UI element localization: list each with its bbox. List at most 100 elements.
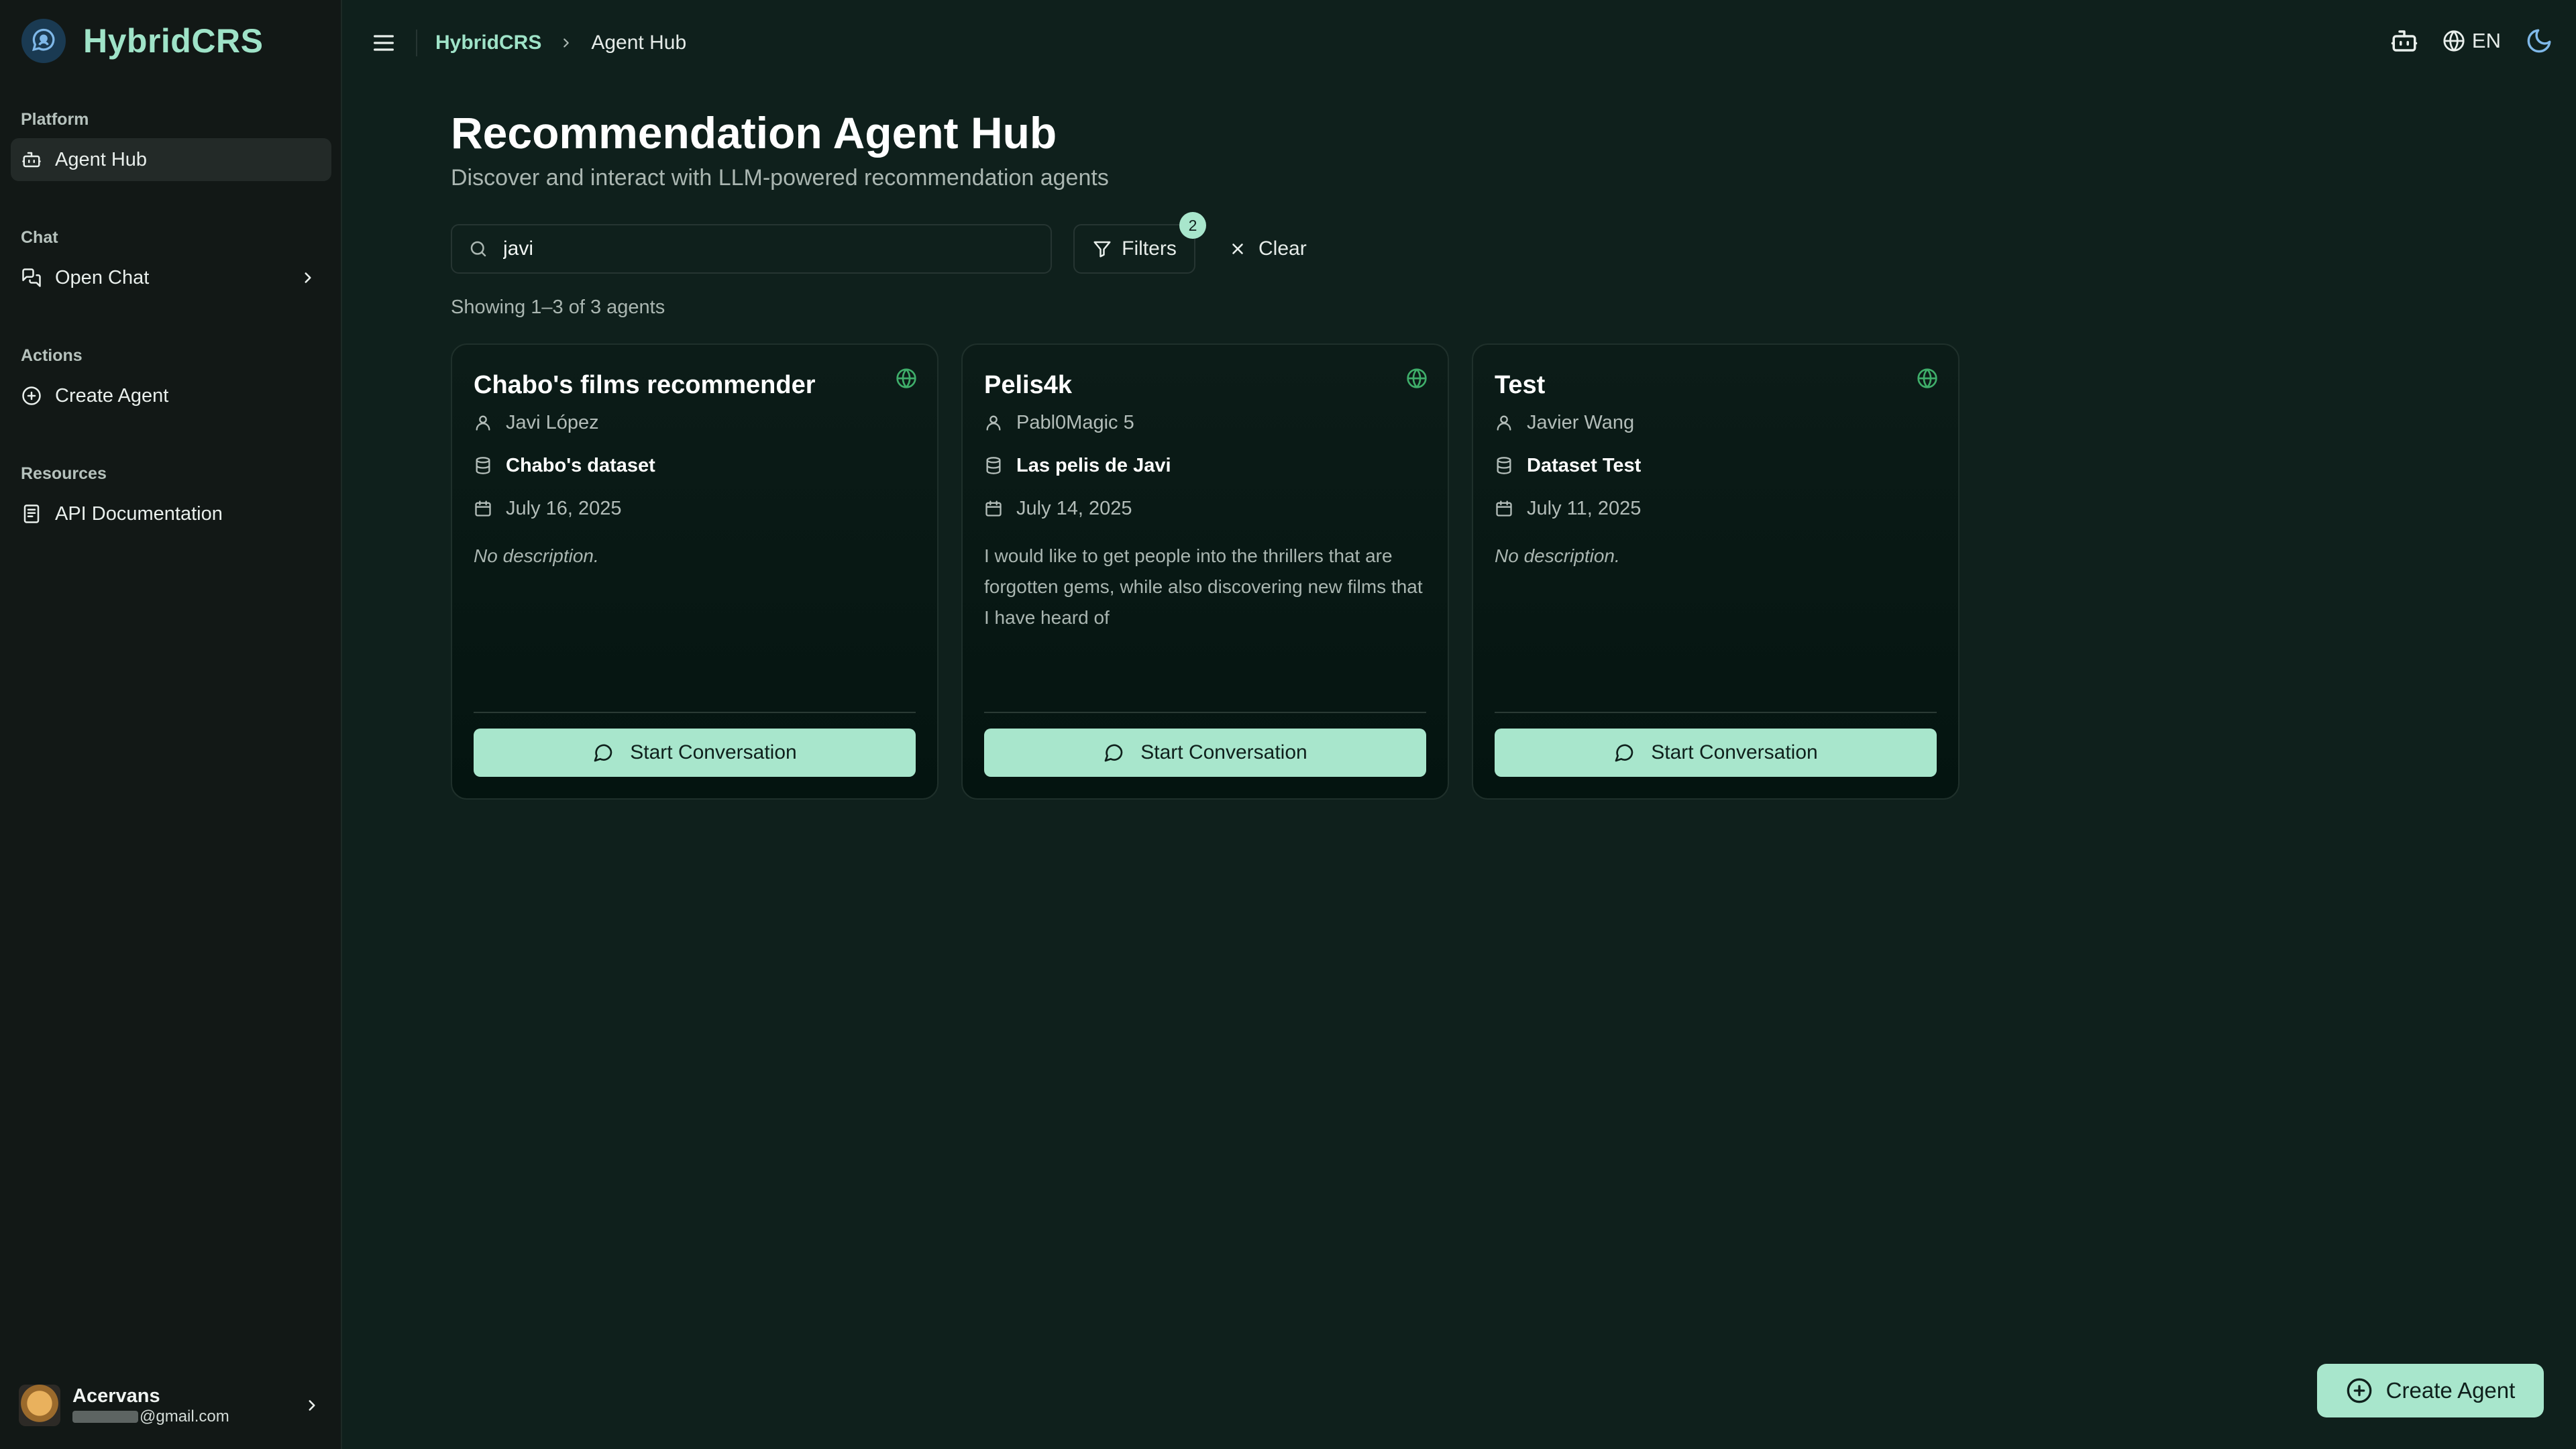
calendar-icon [984, 499, 1003, 518]
topbar-actions: EN [2390, 27, 2553, 55]
brand[interactable]: HybridCRS [21, 19, 263, 63]
agent-dataset: Las pelis de Javi [984, 452, 1426, 479]
public-globe-icon [1917, 368, 1938, 389]
bot-icon [21, 150, 42, 170]
agent-author-name: Javier Wang [1527, 411, 1635, 433]
nav-section-label: Chat [21, 228, 58, 247]
create-agent-label: Create Agent [2385, 1378, 2516, 1403]
sidebar-item-open-chat[interactable]: Open Chat [11, 256, 331, 299]
agent-author: Pabl0Magic 5 [984, 409, 1426, 436]
agent-date: July 14, 2025 [984, 495, 1426, 522]
chevron-right-icon [559, 36, 574, 50]
user-menu[interactable]: Acervans @gmail.com [19, 1375, 327, 1436]
chevron-right-icon [303, 1397, 321, 1414]
filters-count-badge: 2 [1179, 212, 1206, 239]
divider [984, 712, 1426, 713]
public-globe-icon [1406, 368, 1428, 389]
breadcrumb: HybridCRS Agent Hub [435, 30, 686, 56]
user-icon [984, 413, 1003, 432]
start-conversation-button[interactable]: Start Conversation [1495, 729, 1937, 777]
bot-icon[interactable] [2390, 27, 2418, 55]
nav-section-label: Actions [21, 346, 83, 365]
sidebar-item-api-documentation[interactable]: API Documentation [11, 492, 331, 535]
database-icon [1495, 456, 1513, 475]
sidebar-item-label: Open Chat [55, 266, 150, 288]
brand-name: HybridCRS [83, 22, 264, 60]
moon-icon[interactable] [2525, 27, 2553, 55]
filters-button[interactable]: Filters 2 [1073, 212, 1206, 274]
agent-dataset-name: Chabo's dataset [506, 454, 655, 476]
nav-section-platform: Platform Agent Hub [11, 106, 331, 181]
sidebar-item-label: Agent Hub [55, 148, 148, 170]
agent-card: Chabo's films recommender Javi López Cha… [451, 343, 938, 800]
public-globe-icon [896, 368, 917, 389]
brand-logo-icon [21, 19, 66, 63]
language-selector[interactable]: EN [2443, 29, 2501, 53]
user-icon [1495, 413, 1513, 432]
sidebar-item-create-agent[interactable]: Create Agent [11, 374, 331, 417]
filter-icon [1092, 239, 1112, 259]
sidebar: HybridCRS Platform Agent Hub Chat Open C… [0, 0, 342, 1449]
agent-description: I would like to get people into the thri… [984, 545, 1423, 628]
language-code: EN [2471, 29, 2501, 52]
agent-description: No description. [1495, 545, 1620, 566]
nav-section-label: Platform [21, 110, 89, 129]
clear-label: Clear [1258, 237, 1307, 260]
agent-title: Test [1495, 371, 1546, 399]
agent-author-name: Pabl0Magic 5 [1016, 411, 1134, 433]
start-conversation-label: Start Conversation [630, 741, 797, 763]
agent-date-text: July 11, 2025 [1527, 497, 1642, 519]
nav-section-resources: Resources API Documentation [11, 460, 331, 535]
search-toolbar: Filters 2 Clear [451, 212, 1307, 274]
agent-author-name: Javi López [506, 411, 599, 433]
start-conversation-label: Start Conversation [1140, 741, 1307, 763]
agent-dataset: Chabo's dataset [474, 452, 916, 479]
clear-button[interactable]: Clear [1229, 237, 1307, 260]
page-title: Recommendation Agent Hub [451, 108, 1057, 158]
sidebar-item-label: Create Agent [55, 384, 169, 407]
agent-date: July 16, 2025 [474, 495, 916, 522]
email-redaction [72, 1410, 138, 1423]
divider [416, 30, 417, 56]
nav-section-actions: Actions Create Agent [11, 342, 331, 417]
breadcrumb-link[interactable]: HybridCRS [435, 32, 541, 54]
agent-date-text: July 14, 2025 [1016, 497, 1132, 519]
database-icon [474, 456, 492, 475]
agent-card-list: Chabo's films recommender Javi López Cha… [451, 343, 1960, 800]
start-conversation-button[interactable]: Start Conversation [474, 729, 916, 777]
divider [474, 712, 916, 713]
user-icon [474, 413, 492, 432]
globe-icon [2443, 30, 2465, 52]
doc-icon [21, 504, 42, 524]
agent-card: Pelis4k Pabl0Magic 5 Las pelis de Javi J… [961, 343, 1449, 800]
agent-dataset-name: Dataset Test [1527, 454, 1642, 476]
calendar-icon [474, 499, 492, 518]
agent-dataset-name: Las pelis de Javi [1016, 454, 1171, 476]
agent-date-text: July 16, 2025 [506, 497, 622, 519]
nav-section-label: Resources [21, 464, 107, 483]
close-icon [1229, 240, 1246, 258]
search-input[interactable] [503, 237, 1026, 260]
create-agent-fab[interactable]: Create Agent [2317, 1364, 2544, 1417]
database-icon [984, 456, 1003, 475]
message-circle-icon [1103, 742, 1124, 763]
sidebar-item-label: API Documentation [55, 502, 223, 525]
page-subtitle: Discover and interact with LLM-powered r… [451, 165, 1109, 191]
user-email: @gmail.com [72, 1407, 229, 1426]
sidebar-item-agent-hub[interactable]: Agent Hub [11, 138, 331, 181]
user-email-suffix: @gmail.com [140, 1407, 229, 1426]
page-header: Recommendation Agent Hub Discover and in… [451, 107, 1109, 191]
sidebar-toggle-button[interactable] [370, 30, 397, 56]
agent-date: July 11, 2025 [1495, 495, 1937, 522]
plus-circle-icon [21, 386, 42, 406]
search-field[interactable] [451, 224, 1052, 274]
message-circle-icon [1613, 742, 1635, 763]
topbar: HybridCRS Agent Hub EN [343, 0, 2576, 85]
start-conversation-button[interactable]: Start Conversation [984, 729, 1426, 777]
agent-title: Pelis4k [984, 371, 1072, 399]
calendar-icon [1495, 499, 1513, 518]
chevron-right-icon [299, 269, 317, 286]
results-count: Showing 1–3 of 3 agents [451, 297, 665, 318]
search-icon [468, 239, 488, 259]
chat-icon [21, 268, 42, 288]
